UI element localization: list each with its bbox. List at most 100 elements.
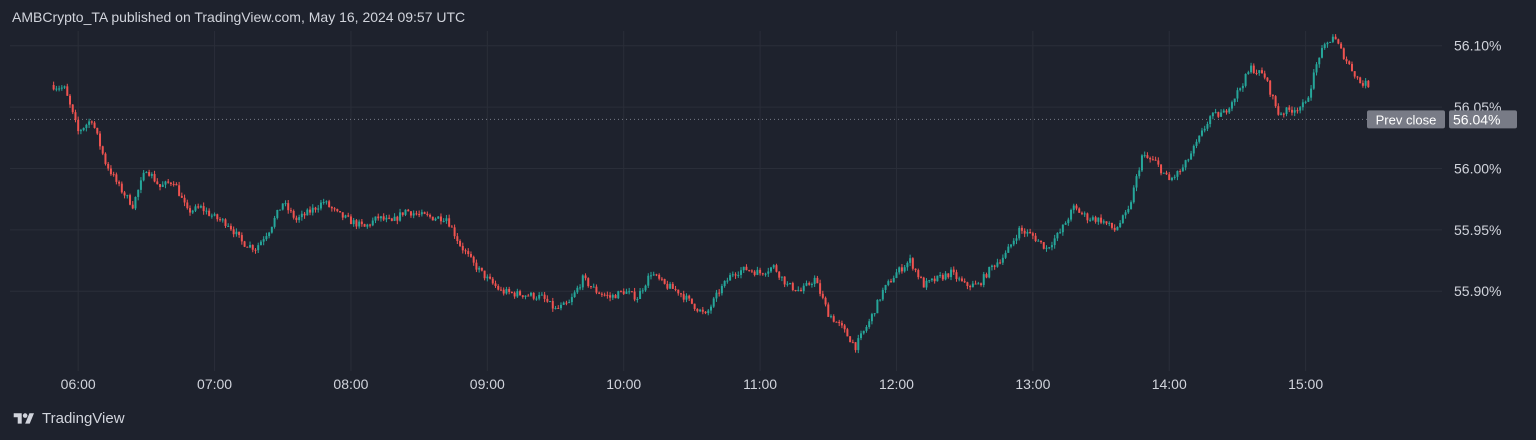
- candle-body: [374, 216, 377, 221]
- candle-body: [265, 236, 268, 240]
- candle-body: [513, 292, 516, 297]
- candle-body: [439, 216, 442, 222]
- candle-body: [456, 236, 459, 242]
- candle-body: [800, 289, 803, 292]
- candle-body: [491, 278, 494, 284]
- candle-body: [1110, 222, 1113, 228]
- candle-body: [418, 214, 421, 216]
- y-tick-label: 56.00%: [1454, 160, 1501, 176]
- candle-body: [581, 275, 584, 288]
- candle-body: [570, 297, 573, 303]
- candle-body: [881, 289, 884, 300]
- candle-body: [249, 245, 252, 248]
- candle-body: [772, 265, 775, 268]
- candle-body: [1209, 116, 1212, 125]
- candle-body: [1075, 205, 1078, 209]
- candle-body: [1260, 70, 1263, 74]
- candle-body: [1132, 187, 1135, 203]
- candle-body: [156, 181, 159, 185]
- candle-body: [259, 241, 262, 246]
- x-tick-label: 07:00: [197, 376, 232, 392]
- candle-body: [129, 195, 132, 205]
- candle-body: [82, 127, 85, 131]
- candle-body: [123, 192, 126, 196]
- candle-body: [671, 283, 674, 289]
- candle-body: [189, 208, 192, 213]
- candle-body: [333, 208, 336, 210]
- candle-body: [115, 174, 118, 182]
- candle-body: [352, 220, 355, 225]
- candle-body: [180, 195, 183, 198]
- candle-body: [1247, 72, 1250, 75]
- candle-body: [1190, 153, 1193, 160]
- candle-body: [920, 277, 923, 279]
- candle-body: [107, 163, 110, 169]
- tradingview-footer[interactable]: TradingView: [12, 410, 125, 427]
- candle-body: [1200, 130, 1203, 136]
- candle-body: [79, 130, 82, 132]
- candle-body: [1318, 57, 1321, 65]
- candle-body: [1184, 160, 1187, 168]
- candle-body: [1064, 223, 1067, 225]
- candle-body: [134, 196, 137, 209]
- candle-body: [1211, 112, 1214, 117]
- candle-body: [802, 285, 805, 292]
- candle-body: [1121, 215, 1124, 223]
- candle-body: [521, 295, 524, 297]
- prev-close-value-text: 56.04%: [1453, 111, 1500, 127]
- candle-body: [1124, 212, 1127, 216]
- candle-body: [805, 283, 808, 286]
- candle-body: [287, 203, 290, 211]
- candle-body: [819, 283, 822, 294]
- candle-body: [737, 274, 740, 276]
- candle-body: [1179, 171, 1182, 173]
- y-tick-label: 56.10%: [1454, 38, 1501, 54]
- price-chart[interactable]: 56.10% 56.05% 56.00% 55.95% 55.90% 06:00 07:0…: [10, 31, 1526, 399]
- candle-body: [1361, 83, 1364, 86]
- candle-body: [1165, 172, 1168, 175]
- candle-body: [306, 209, 309, 216]
- candle-body: [993, 265, 996, 267]
- candle-body: [300, 213, 303, 218]
- candle-body: [227, 225, 230, 227]
- candle-body: [510, 291, 513, 293]
- candle-body: [1070, 209, 1073, 220]
- candle-body: [281, 203, 284, 210]
- candle-body: [205, 210, 208, 212]
- candle-body: [371, 220, 374, 226]
- candle-body: [74, 112, 77, 120]
- candle-body: [93, 122, 96, 128]
- candle-body: [1080, 212, 1083, 214]
- candle-body: [276, 210, 279, 218]
- candle-body: [344, 215, 347, 218]
- candle-body: [633, 291, 636, 300]
- candle-body: [58, 88, 61, 90]
- candle-body: [1274, 96, 1277, 107]
- candle-body: [268, 232, 271, 237]
- candle-body: [1113, 227, 1116, 231]
- candle-body: [1198, 135, 1201, 142]
- candle-body: [208, 210, 211, 216]
- candle-body: [990, 265, 993, 267]
- candle-body: [216, 214, 219, 220]
- candle-body: [1288, 107, 1291, 110]
- candle-body: [303, 213, 306, 216]
- candle-body: [1018, 227, 1021, 239]
- candle-body: [587, 278, 590, 287]
- candle-body: [745, 266, 748, 271]
- candle-body: [1151, 159, 1154, 161]
- candle-body: [985, 274, 988, 278]
- candle-body: [576, 287, 579, 293]
- candle-body: [1239, 88, 1242, 91]
- candle-body: [794, 289, 797, 291]
- candle-body: [232, 229, 235, 235]
- candle-body: [658, 274, 661, 279]
- candle-body: [527, 295, 530, 297]
- candle-body: [775, 265, 778, 272]
- candle-body: [1059, 232, 1062, 234]
- candle-body: [1255, 73, 1258, 75]
- candle-body: [1135, 176, 1138, 188]
- candle-body: [857, 338, 860, 351]
- candle-body: [767, 271, 770, 274]
- candle-body: [369, 224, 372, 226]
